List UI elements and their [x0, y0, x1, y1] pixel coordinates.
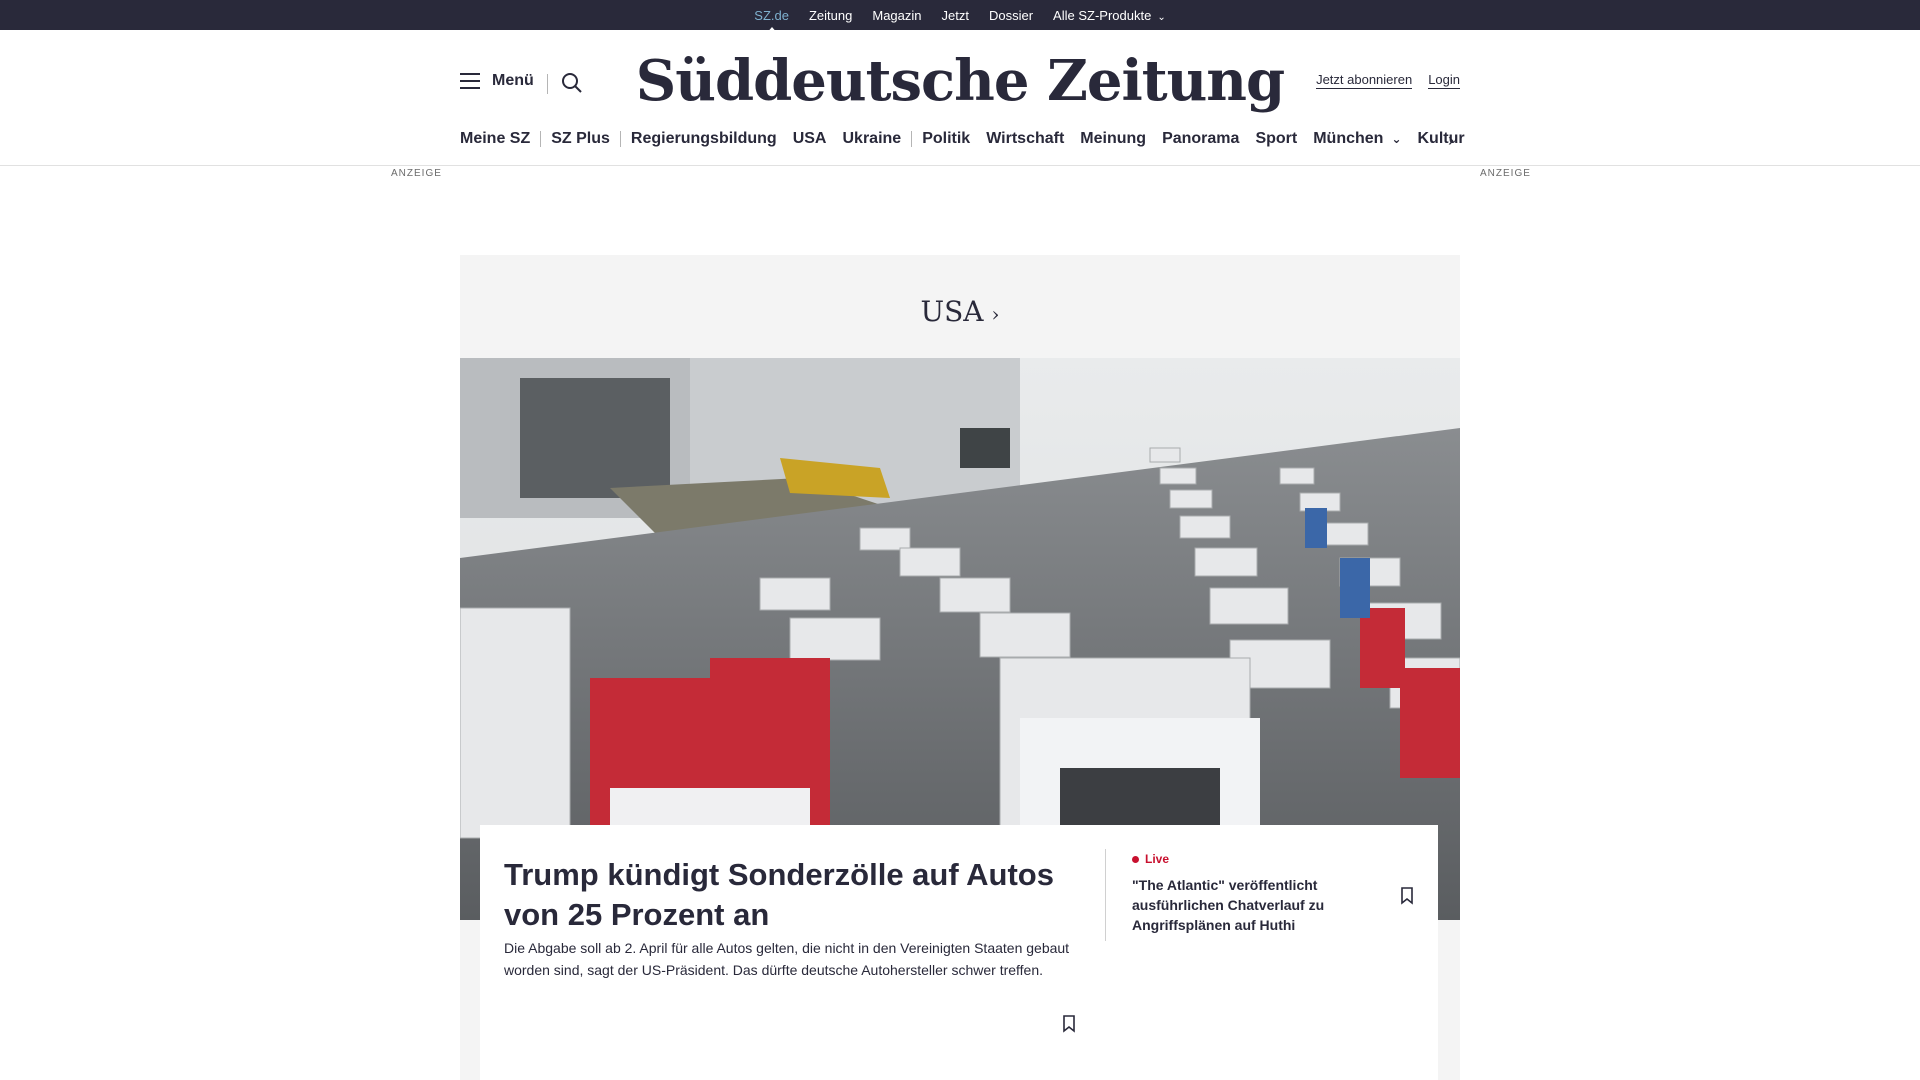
chevron-down-icon: ⌄	[1391, 132, 1402, 146]
nav-divider	[619, 131, 621, 147]
nav-item-sz-plus[interactable]: SZ Plus	[551, 130, 610, 148]
section-title: USA	[920, 295, 984, 328]
nav-item-meinung[interactable]: Meinung	[1080, 130, 1146, 148]
bookmark-icon[interactable]	[1400, 887, 1414, 905]
site-logo[interactable]: Süddeutsche Zeitung	[0, 48, 1920, 114]
login-link[interactable]: Login	[1428, 72, 1460, 89]
topbar-link-magazin[interactable]: Magazin	[872, 8, 921, 23]
article-teaser-card: Trump kündigt Sonderzölle auf Autos von …	[480, 825, 1438, 1080]
live-dot-icon	[1132, 856, 1139, 864]
live-badge-label: Live	[1145, 852, 1170, 866]
topbar-link-sz-de[interactable]: SZ.de	[754, 8, 789, 23]
topbar-link-jetzt[interactable]: Jetzt	[942, 8, 969, 23]
subscribe-link[interactable]: Jetzt abonnieren	[1316, 72, 1413, 89]
product-bar: SZ.de Zeitung Magazin Jetzt Dossier Alle…	[0, 0, 1920, 30]
nav-item-kultur[interactable]: Kultur	[1418, 130, 1465, 148]
chevron-down-icon: ⌄	[1157, 11, 1166, 23]
nav-divider	[540, 131, 542, 147]
chevron-right-icon: ›	[991, 302, 1000, 326]
account-links: Jetzt abonnieren Login	[1300, 72, 1460, 89]
section-title-link[interactable]: USA ›	[460, 295, 1460, 328]
nav-divider	[911, 131, 913, 147]
bookmark-icon[interactable]	[1062, 1015, 1076, 1033]
nav-item-meine-sz[interactable]: Meine SZ	[460, 130, 530, 148]
main-article-teaser: Die Abgabe soll ab 2. April für alle Aut…	[504, 940, 1070, 978]
nav-item-muenchen-label: München	[1313, 130, 1384, 147]
ad-label-left: ANZEIGE	[391, 168, 442, 179]
topbar-link-zeitung[interactable]: Zeitung	[809, 8, 852, 23]
topbar-link-dossier[interactable]: Dossier	[989, 8, 1033, 23]
nav-item-usa[interactable]: USA	[793, 130, 827, 148]
nav-item-wirtschaft[interactable]: Wirtschaft	[986, 130, 1064, 148]
nav-item-politik[interactable]: Politik	[922, 130, 970, 148]
ad-label-right: ANZEIGE	[1480, 168, 1531, 179]
card-divider	[1105, 849, 1106, 941]
nav-item-muenchen[interactable]: München ⌄	[1313, 130, 1401, 148]
topbar-all-products-dropdown[interactable]: Alle SZ-Produkte ⌄	[1053, 8, 1166, 23]
nav-item-sport[interactable]: Sport	[1255, 130, 1297, 148]
section-usa: USA › Trump kündigt Sonderzölle auf Auto…	[460, 255, 1460, 1080]
main-navigation: Meine SZ SZ Plus Regierungsbildung USA U…	[460, 130, 1481, 148]
nav-item-panorama[interactable]: Panorama	[1162, 130, 1239, 148]
side-article-headline[interactable]: "The Atlantic" veröffentlicht ausführlic…	[1132, 875, 1362, 935]
nav-item-ukraine[interactable]: Ukraine	[842, 130, 901, 148]
nav-item-regierungsbildung[interactable]: Regierungsbildung	[631, 130, 777, 148]
site-header: Menü Süddeutsche Zeitung Jetzt abonniere…	[0, 30, 1920, 166]
topbar-all-products-label: Alle SZ-Produkte	[1053, 7, 1152, 23]
live-badge: Live	[1132, 852, 1169, 866]
main-article-headline[interactable]: Trump kündigt Sonderzölle auf Autos von …	[504, 855, 1074, 935]
nav-scroll-right-icon[interactable]: ›	[1448, 130, 1454, 151]
